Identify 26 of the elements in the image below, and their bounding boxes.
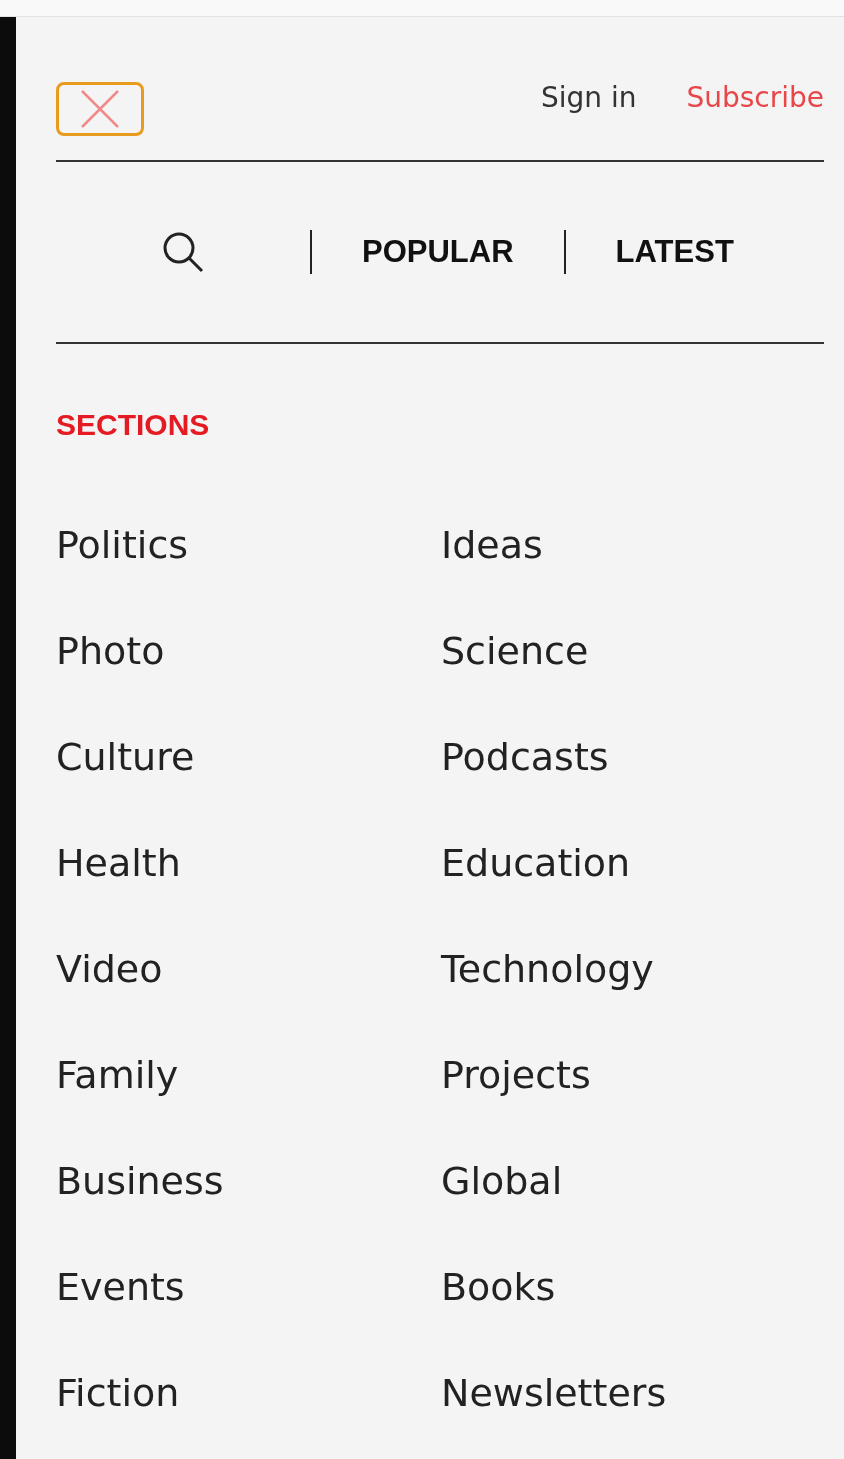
section-link[interactable]: Events — [56, 1262, 441, 1312]
section-link[interactable]: Fiction — [56, 1368, 441, 1418]
section-link[interactable]: Podcasts — [441, 732, 824, 782]
section-link[interactable]: Video — [56, 944, 441, 994]
section-link[interactable]: Technology — [441, 944, 824, 994]
section-link[interactable]: Business — [56, 1156, 441, 1206]
section-link[interactable]: Health — [56, 838, 441, 888]
section-link[interactable]: Global — [441, 1156, 824, 1206]
nav-link[interactable]: POPULAR — [362, 234, 514, 270]
search-button[interactable] — [161, 230, 205, 274]
sign-in-link[interactable]: Sign in — [540, 81, 637, 114]
sections-heading: SECTIONS — [56, 408, 211, 442]
section-link[interactable]: Books — [441, 1262, 824, 1312]
section-link[interactable]: Education — [441, 838, 824, 888]
section-link[interactable]: Politics — [56, 520, 441, 570]
nav-link[interactable]: LATEST — [615, 234, 734, 270]
subscribe-link[interactable]: Subscribe — [686, 81, 824, 114]
close-icon — [80, 88, 120, 129]
search-icon — [161, 230, 205, 274]
section-link[interactable]: Science — [441, 626, 824, 676]
section-link[interactable]: Family — [56, 1050, 441, 1100]
section-link[interactable]: Photo — [56, 626, 441, 676]
section-link[interactable]: Culture — [56, 732, 441, 782]
section-link[interactable]: Ideas — [441, 520, 824, 570]
section-link[interactable]: Projects — [441, 1050, 824, 1100]
section-link[interactable]: Newsletters — [441, 1368, 824, 1418]
